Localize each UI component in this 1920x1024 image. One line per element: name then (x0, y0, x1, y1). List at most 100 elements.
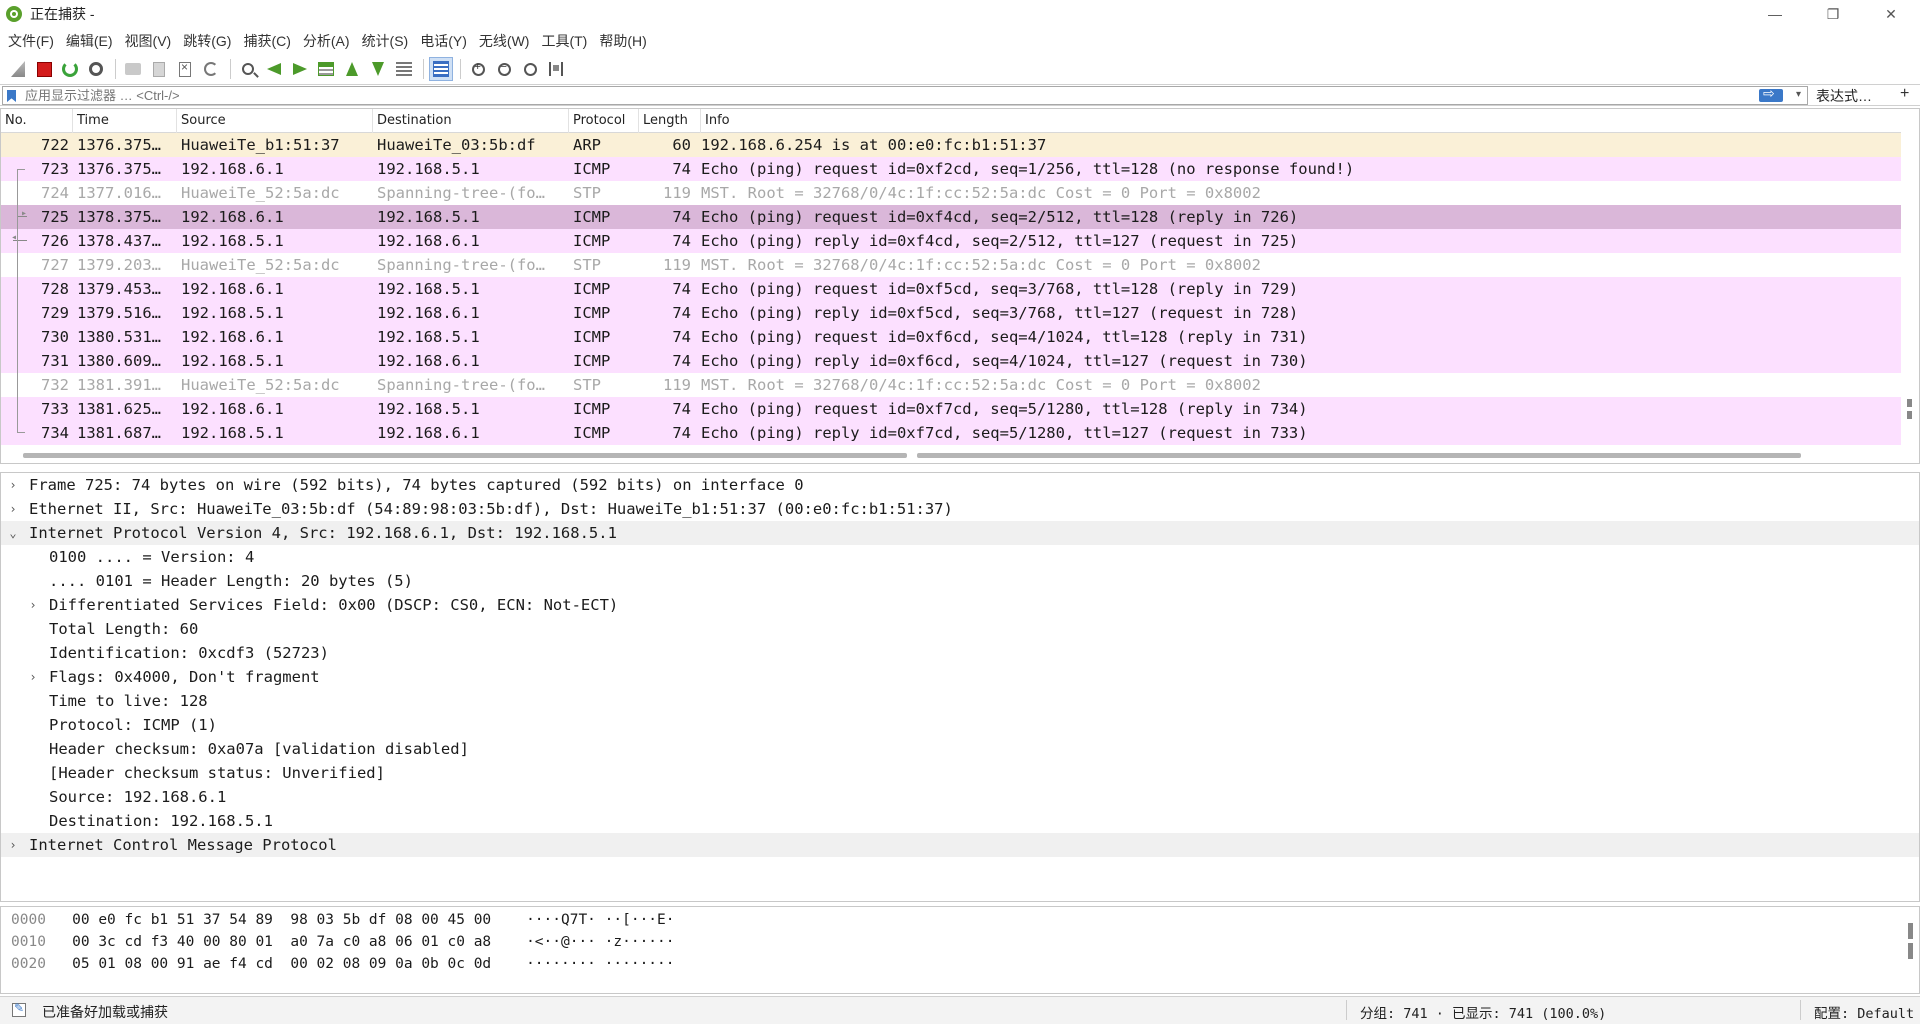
packet-row[interactable]: 722 1376.375… HuaweiTe_b1:51:37 HuaweiTe_03… (1, 133, 1901, 157)
stop-capture-icon (36, 61, 52, 77)
restore-button[interactable]: ❐ (1804, 0, 1862, 28)
detail-tree-item[interactable]: › Ethernet II, Src: HuaweiTe_03:5b:df (54… (1, 497, 1919, 521)
go-first-button[interactable] (340, 57, 364, 81)
open-file-button[interactable] (121, 57, 145, 81)
restart-capture-button[interactable] (58, 57, 82, 81)
bytes-scrollbar[interactable] (1908, 923, 1913, 963)
detail-tree-item[interactable]: Source: 192.168.6.1 (1, 785, 1919, 809)
go-back-button[interactable] (262, 57, 286, 81)
column-header-destination[interactable]: Destination (373, 109, 569, 133)
find-packet-icon (242, 63, 254, 75)
zoom-out-button[interactable] (492, 57, 516, 81)
apply-filter-icon[interactable] (1759, 85, 1783, 102)
packet-row[interactable]: 729 1379.516… 192.168.5.1 192.168.6.1 ICMP 74… (1, 301, 1901, 325)
shark-fin-icon (11, 61, 25, 77)
hex-row[interactable]: 0020 05 01 08 00 91 ae f4 cd 00 02 08 09… (11, 953, 674, 975)
display-filter-input[interactable] (25, 87, 1765, 104)
colorize-button[interactable] (429, 57, 453, 81)
hex-row[interactable]: 0000 00 e0 fc b1 51 37 54 89 98 03 5b df… (11, 909, 674, 931)
menu-item[interactable]: 电话(Y) (414, 28, 473, 54)
packet-row[interactable]: 727 1379.203… HuaweiTe_52:5a:dc Spanning-tr… (1, 253, 1901, 277)
related-packet-indicator (13, 205, 27, 229)
chevron-right-icon[interactable]: › (7, 473, 19, 497)
menu-item[interactable]: 工具(T) (535, 28, 593, 54)
packet-cell-proto: STP (573, 184, 601, 202)
menu-item[interactable]: 跳转(G) (177, 28, 237, 54)
hex-row[interactable]: 0010 00 3c cd f3 40 00 80 01 a0 7a c0 a8… (11, 931, 674, 953)
chevron-right-icon[interactable]: › (27, 665, 39, 689)
packet-row[interactable]: 7261378.437…192.168.5.1192.168.6.1ICMP74… (1, 229, 1901, 253)
horizontal-scrollbar-right[interactable] (917, 453, 1801, 458)
expression-button[interactable]: 表达式… (1816, 86, 1872, 106)
detail-tree-item[interactable]: Destination: 192.168.5.1 (1, 809, 1919, 833)
wireshark-logo-icon (6, 6, 22, 22)
detail-tree-item[interactable]: Protocol: ICMP (1) (1, 713, 1919, 737)
column-header-source[interactable]: Source (177, 109, 373, 133)
go-last-button[interactable] (366, 57, 390, 81)
chevron-right-icon[interactable]: › (7, 497, 19, 521)
minimize-button[interactable]: — (1746, 0, 1804, 28)
packet-row[interactable]: 732 1381.391… HuaweiTe_52:5a:dc Spanning-tr… (1, 373, 1901, 397)
packet-row[interactable]: 724 1377.016… HuaweiTe_52:5a:dc Spanning-tr… (1, 181, 1901, 205)
profile-label[interactable]: 配置: Default (1814, 1002, 1914, 1022)
autoscroll-button[interactable] (392, 57, 416, 81)
expert-info-icon[interactable] (12, 1001, 26, 1017)
detail-tree-item[interactable]: › Frame 725: 74 bytes on wire (592 bits),… (1, 473, 1919, 497)
reload-file-button[interactable] (199, 57, 223, 81)
packet-row[interactable]: 734 1381.687… 192.168.5.1 192.168.6.1 ICMP 74… (1, 421, 1901, 445)
menu-item[interactable]: 捕获(C) (237, 28, 296, 54)
detail-tree-item[interactable]: › Differentiated Services Field: 0x00 (DS… (1, 593, 1919, 617)
menu-item[interactable]: 编辑(E) (60, 28, 119, 54)
go-forward-button[interactable] (288, 57, 312, 81)
resize-columns-button[interactable] (544, 57, 568, 81)
related-packet-indicator (13, 253, 25, 277)
detail-tree-item[interactable]: › Flags: 0x4000, Don't fragment (1, 665, 1919, 689)
stop-capture-button[interactable] (32, 57, 56, 81)
detail-tree-item[interactable]: Total Length: 60 (1, 617, 1919, 641)
detail-tree-item[interactable]: [Header checksum status: Unverified] (1, 761, 1919, 785)
detail-tree-item[interactable]: Header checksum: 0xa07a [validation disa… (1, 737, 1919, 761)
packet-row[interactable]: 725 1378.375… 192.168.6.1 192.168.5.1 ICMP 74… (1, 205, 1901, 229)
close-file-button[interactable] (173, 57, 197, 81)
column-header-length[interactable]: Length (639, 109, 701, 133)
menu-item[interactable]: 无线(W) (473, 28, 536, 54)
menu-item[interactable]: 帮助(H) (593, 28, 652, 54)
close-button[interactable]: ✕ (1862, 0, 1920, 28)
chevron-down-icon[interactable]: ▾ (1796, 89, 1801, 100)
packet-row[interactable]: 731 1380.609… 192.168.5.1 192.168.6.1 ICMP 74… (1, 349, 1901, 373)
menu-item[interactable]: 分析(A) (297, 28, 356, 54)
detail-tree-item[interactable]: ⌄ Internet Protocol Version 4, Src: 192.1… (1, 521, 1919, 545)
toolbar-separator (230, 59, 231, 79)
detail-tree-item[interactable]: .... 0101 = Header Length: 20 bytes (5) (1, 569, 1919, 593)
detail-tree-item[interactable]: 0100 .... = Version: 4 (1, 545, 1919, 569)
zoom-in-button[interactable] (466, 57, 490, 81)
chevron-right-icon[interactable]: › (27, 593, 39, 617)
horizontal-scrollbar[interactable] (23, 453, 907, 458)
start-capture-button[interactable] (6, 57, 30, 81)
menu-item[interactable]: 文件(F) (2, 28, 60, 54)
packet-row[interactable]: 733 1381.625… 192.168.6.1 192.168.5.1 ICMP 74… (1, 397, 1901, 421)
go-to-packet-button[interactable] (314, 57, 338, 81)
packet-list-scrollbar[interactable] (1907, 399, 1913, 429)
packet-cell-time: 1377.016… (77, 184, 161, 202)
detail-tree-item[interactable]: Identification: 0xcdf3 (52723) (1, 641, 1919, 665)
column-header-protocol[interactable]: Protocol (569, 109, 639, 133)
column-header-info[interactable]: Info (701, 109, 1901, 133)
packet-row[interactable]: 730 1380.531… 192.168.6.1 192.168.5.1 ICMP 74… (1, 325, 1901, 349)
detail-tree-item[interactable]: Time to live: 128 (1, 689, 1919, 713)
menu-item[interactable]: 视图(V) (119, 28, 178, 54)
chevron-right-icon[interactable]: › (7, 833, 19, 857)
column-header-time[interactable]: Time (73, 109, 177, 133)
zoom-reset-button[interactable] (518, 57, 542, 81)
detail-tree-item[interactable]: › Internet Control Message Protocol (1, 833, 1919, 857)
packet-row[interactable]: 723 1376.375… 192.168.6.1 192.168.5.1 ICMP 74… (1, 157, 1901, 181)
find-packet-button[interactable] (236, 57, 260, 81)
save-file-button[interactable] (147, 57, 171, 81)
bookmark-icon[interactable] (7, 90, 16, 102)
chevron-down-icon[interactable]: ⌄ (7, 521, 19, 545)
capture-options-button[interactable] (84, 57, 108, 81)
menu-item[interactable]: 统计(S) (356, 28, 415, 54)
packet-row[interactable]: 728 1379.453… 192.168.6.1 192.168.5.1 ICMP 74… (1, 277, 1901, 301)
column-header-no[interactable]: No. (1, 109, 73, 133)
add-filter-button[interactable]: + (1900, 85, 1909, 103)
